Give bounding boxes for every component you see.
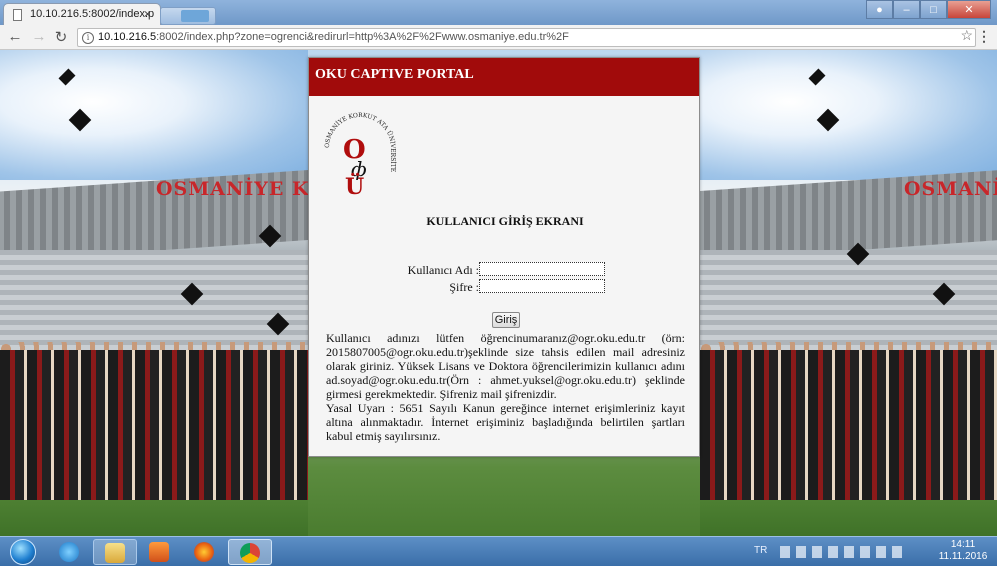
svg-text:Ü: Ü: [345, 172, 364, 200]
username-instructions: Kullanıcı adınızı lütfen öğrencinumaranı…: [326, 331, 685, 401]
internet-explorer-icon: [59, 542, 79, 562]
tab-close-icon[interactable]: ×: [144, 7, 151, 21]
url-host: 10.10.216.5: [98, 31, 157, 43]
clock[interactable]: 14:11 11.11.2016: [933, 539, 993, 563]
login-button[interactable]: Giriş: [492, 312, 520, 328]
username-row: Kullanıcı Adı :: [309, 262, 701, 278]
password-input[interactable]: [479, 279, 605, 293]
start-button[interactable]: [10, 539, 36, 565]
new-tab-button[interactable]: [160, 7, 216, 25]
browser-toolbar: ← → ↻ i 10.10.216.5:8002/index.php?zone=…: [0, 25, 997, 50]
minimize-icon[interactable]: –: [893, 0, 920, 19]
menu-icon[interactable]: ⋮: [977, 28, 991, 45]
page-title: KULLANICI GİRİŞ EKRANI: [426, 214, 584, 228]
taskbar-explorer[interactable]: [93, 539, 137, 565]
username-input[interactable]: [479, 262, 605, 276]
taskbar-firefox[interactable]: [183, 539, 227, 565]
page-content: OSMANİYE K OSMANİ OKU CAPTIVE PORTAL OSM…: [0, 50, 997, 536]
tab-title: 10.10.216.5:8002/index.p: [30, 8, 155, 20]
login-panel: OKU CAPTIVE PORTAL OSMANİYE KORKUT ATA Ü…: [308, 57, 700, 457]
background-title-left: OSMANİYE K: [156, 178, 310, 200]
back-icon[interactable]: ←: [6, 28, 24, 45]
background-photo-right: [700, 50, 997, 536]
taskbar-chrome[interactable]: [228, 539, 272, 565]
url-rest: :8002/index.php?zone=ogrenci&redirurl=ht…: [156, 31, 569, 43]
page-icon: [13, 9, 22, 21]
legal-warning: Yasal Uyarı : 5651 Sayılı Kanun gereğinc…: [326, 401, 685, 443]
clock-time: 14:11: [950, 539, 976, 550]
close-window-icon[interactable]: ✕: [947, 0, 991, 19]
bookmark-star-icon[interactable]: ☆: [960, 27, 973, 44]
portal-header: OKU CAPTIVE PORTAL: [309, 58, 699, 96]
info-icon[interactable]: i: [82, 32, 94, 44]
address-bar[interactable]: i 10.10.216.5:8002/index.php?zone=ogrenc…: [77, 28, 976, 47]
media-player-icon: [149, 542, 169, 562]
taskbar-ie[interactable]: [48, 539, 92, 565]
taskbar-media[interactable]: [138, 539, 182, 565]
system-tray-icons[interactable]: [780, 546, 906, 558]
password-row: Şifre :: [309, 279, 701, 295]
background-photo-left: [0, 50, 308, 536]
tab-strip: 10.10.216.5:8002/index.p × ● – □ ✕: [0, 0, 997, 25]
password-label: Şifre :: [449, 280, 479, 294]
background-title-right: OSMANİ: [904, 178, 997, 200]
user-icon[interactable]: ●: [866, 0, 893, 19]
university-logo: OSMANİYE KORKUT ATA ÜNİVERSİTESİ O ф Ü: [321, 110, 396, 200]
browser-tab[interactable]: 10.10.216.5:8002/index.p ×: [3, 3, 161, 25]
windows-taskbar: TR 14:11 11.11.2016: [0, 536, 997, 566]
folder-icon: [105, 543, 125, 563]
clock-date: 11.11.2016: [938, 551, 988, 562]
reload-icon[interactable]: ↻: [52, 28, 70, 46]
window-controls: ● – □ ✕: [866, 0, 991, 19]
username-label: Kullanıcı Adı :: [407, 263, 479, 277]
firefox-icon: [194, 542, 214, 562]
maximize-icon[interactable]: □: [920, 0, 947, 19]
forward-icon[interactable]: →: [30, 28, 48, 45]
chrome-icon: [240, 543, 260, 563]
